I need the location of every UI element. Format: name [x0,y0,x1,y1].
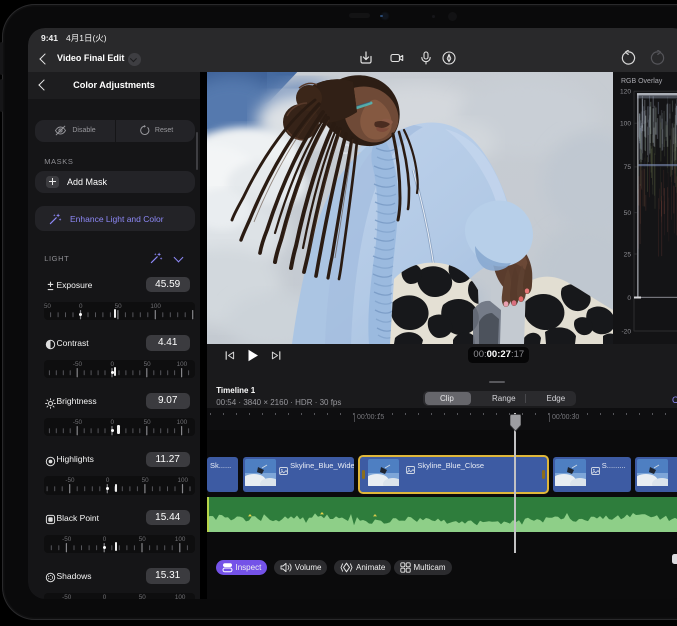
svg-text:-20: -20 [621,329,631,336]
svg-text:RGB Overlay: RGB Overlay [621,78,663,85]
svg-text:0: 0 [627,295,631,302]
svg-text:100: 100 [620,121,631,128]
svg-text:25: 25 [624,252,632,259]
svg-text:75: 75 [624,164,632,171]
svg-text:50: 50 [624,210,632,217]
svg-text:120: 120 [620,89,631,96]
